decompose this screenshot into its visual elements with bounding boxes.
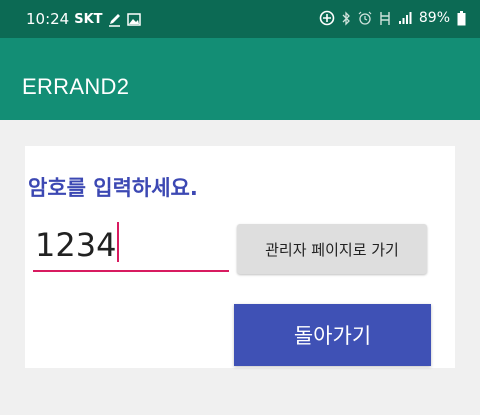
status-left: 10:24 SKT: [26, 10, 141, 28]
password-input[interactable]: 1234: [33, 218, 229, 272]
password-prompt-label: 암호를 입력하세요.: [28, 176, 198, 200]
app-title: ERRAND2: [22, 74, 130, 99]
status-carrier: SKT: [74, 11, 103, 27]
alarm-icon: [358, 11, 372, 25]
battery-icon: [457, 10, 466, 26]
back-button[interactable]: 돌아가기: [234, 304, 431, 366]
sync-icon: [319, 10, 335, 26]
status-right: 89%: [319, 10, 466, 26]
image-icon: [126, 12, 141, 26]
admin-page-button[interactable]: 관리자 페이지로 가기: [237, 224, 427, 274]
password-card: 암호를 입력하세요. 1234 관리자 페이지로 가기 돌아가기: [25, 146, 455, 368]
lte-icon: [379, 11, 391, 26]
status-bar: 10:24 SKT 89%: [0, 0, 480, 38]
edit-icon: [108, 12, 122, 27]
bluetooth-icon: [342, 10, 351, 26]
signal-icon: [398, 11, 412, 25]
status-time: 10:24: [26, 10, 70, 28]
password-value: 1234: [35, 222, 120, 264]
text-cursor: [117, 222, 120, 262]
password-text: 1234: [35, 226, 117, 264]
app-bar: ERRAND2: [0, 38, 480, 120]
battery-percent: 89%: [418, 10, 450, 26]
